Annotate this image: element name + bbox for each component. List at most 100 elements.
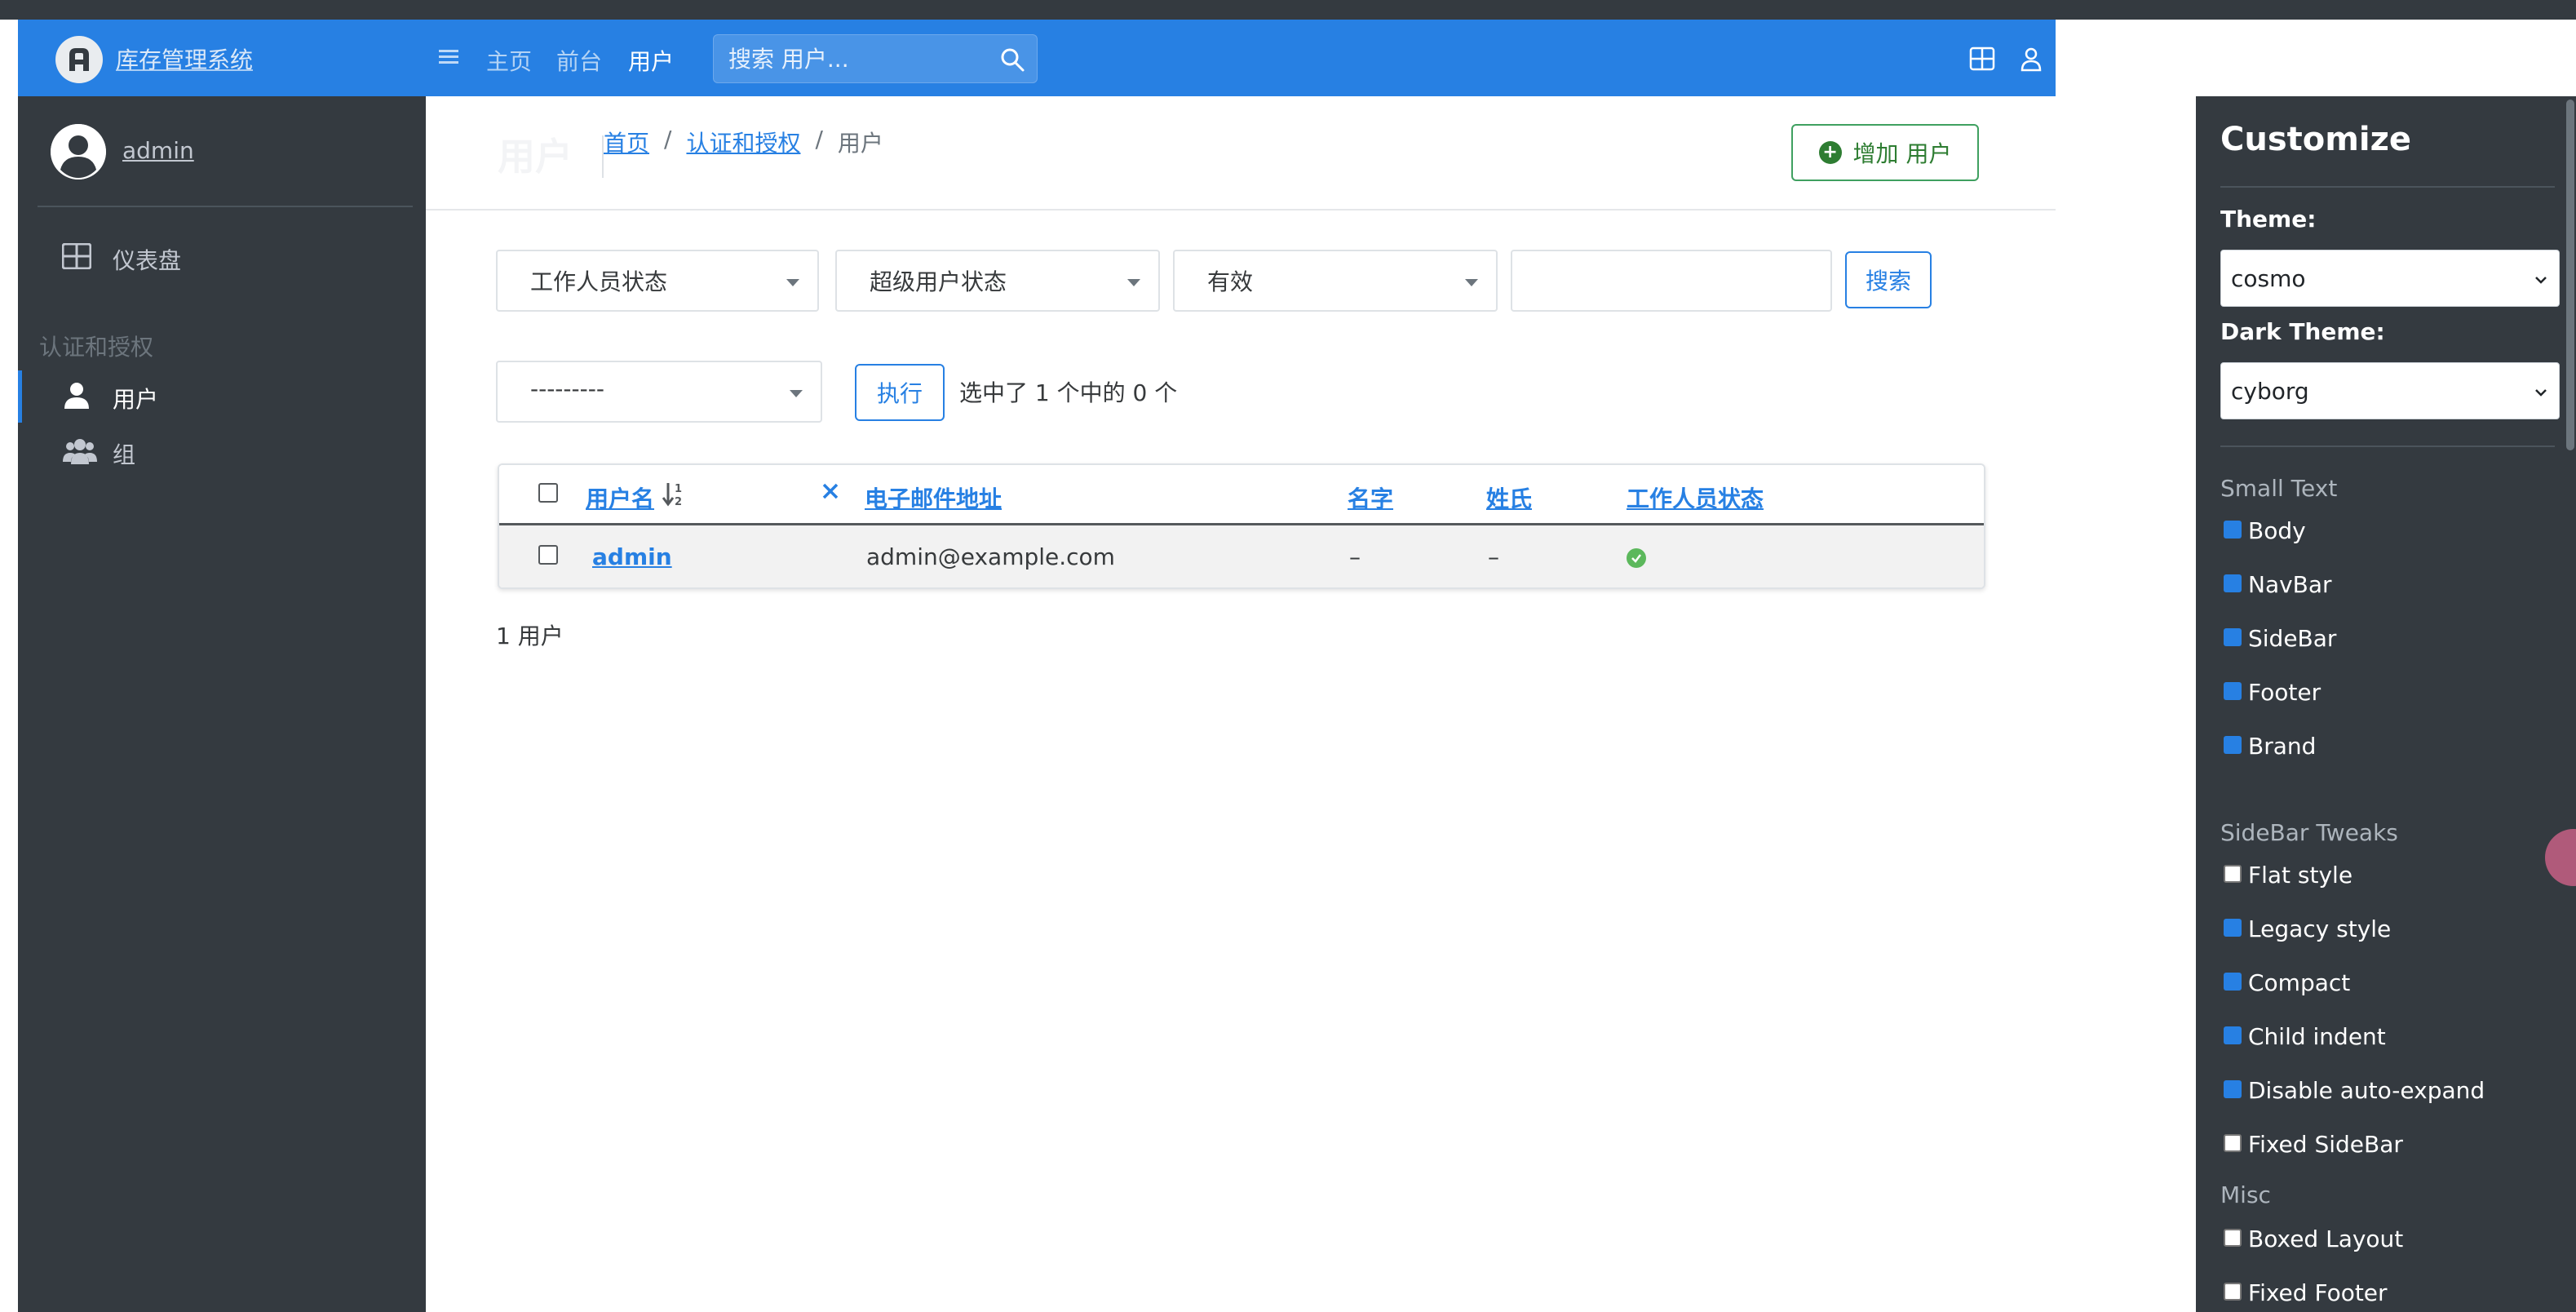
checkbox-checked[interactable] — [2224, 521, 2242, 539]
sidebar-item-groups[interactable]: 组 — [18, 426, 426, 478]
user-panel: admin — [18, 96, 426, 207]
column-username[interactable]: 用户名 — [586, 481, 654, 514]
panel-divider — [2220, 445, 2555, 447]
dark-theme-label: Dark Theme: — [2220, 318, 2385, 345]
chevron-down-icon — [2531, 381, 2551, 401]
checkbox-label: Footer — [2248, 679, 2321, 706]
column-email[interactable]: 电子邮件地址 — [865, 481, 1002, 514]
run-action-button[interactable]: 执行 — [855, 364, 945, 421]
checkbox-label: Compact — [2248, 969, 2351, 996]
nav-link-frontend[interactable]: 前台 — [556, 44, 602, 77]
column-staff-status[interactable]: 工作人员状态 — [1627, 481, 1764, 514]
checkbox-unchecked[interactable] — [2224, 1134, 2242, 1152]
search-input[interactable] — [714, 35, 991, 82]
breadcrumb-current: 用户 — [837, 130, 883, 157]
action-select[interactable]: --------- — [496, 361, 822, 423]
users-group-icon — [62, 437, 97, 467]
column-last-name[interactable]: 姓氏 — [1486, 481, 1532, 514]
staff-status-filter-value: 工作人员状态 — [530, 268, 668, 295]
username-link[interactable]: admin — [592, 543, 672, 570]
checkbox-checked[interactable] — [2224, 628, 2242, 646]
brand-logo-icon — [55, 36, 103, 83]
breadcrumb-auth[interactable]: 认证和授权 — [686, 126, 800, 158]
plus-circle-icon: + — [1818, 141, 1842, 164]
search-button[interactable]: 搜索 — [1845, 251, 1932, 308]
row-checkbox[interactable] — [538, 545, 558, 565]
add-user-label: 增加 用户 — [1852, 140, 1952, 167]
small-text-header: Small Text — [2220, 475, 2338, 502]
sort-descending-icon[interactable]: 1 2 — [662, 480, 687, 511]
staff-status-filter[interactable]: 工作人员状态 — [496, 250, 819, 312]
checkbox-label: Brand — [2248, 733, 2317, 760]
check-circle-icon — [1627, 548, 1646, 568]
nav-link-users[interactable]: 用户 — [628, 44, 674, 77]
window-top-strip — [0, 0, 2576, 20]
checkbox-label: Child indent — [2248, 1023, 2386, 1050]
sidebar-item-users[interactable]: 用户 — [18, 370, 426, 423]
caret-down-icon — [786, 279, 799, 286]
select-all-checkbox[interactable] — [538, 483, 558, 503]
page-title: 用户 — [498, 135, 573, 179]
result-count: 1 用户 — [496, 623, 564, 649]
svg-text:2: 2 — [675, 496, 682, 508]
checkbox-checked[interactable] — [2224, 1080, 2242, 1098]
misc-header: Misc — [2220, 1181, 2271, 1208]
search-text-field[interactable] — [1511, 250, 1832, 312]
checkbox-checked[interactable] — [2224, 574, 2242, 592]
email-cell: admin@example.com — [866, 543, 1115, 570]
customize-title: Customize — [2220, 121, 2412, 158]
checkbox-checked[interactable] — [2224, 919, 2242, 937]
remove-sort-icon[interactable] — [821, 481, 840, 504]
users-table: 用户名 1 2 电子邮件地址 名字 姓氏 工作人员状态 admin admin@… — [498, 463, 1985, 589]
brand-name-link[interactable]: 库存管理系统 — [116, 42, 253, 75]
superuser-status-filter-value: 超级用户状态 — [870, 268, 1007, 295]
active-filter[interactable]: 有效 — [1173, 250, 1498, 312]
caret-down-icon — [1465, 279, 1478, 286]
dark-theme-select[interactable]: cyborg — [2220, 362, 2560, 419]
sidebar-item-label: 仪表盘 — [113, 247, 182, 274]
checkbox-unchecked[interactable] — [2224, 1229, 2242, 1247]
user-avatar-icon[interactable] — [51, 124, 106, 180]
theme-label: Theme: — [2220, 206, 2317, 233]
selection-counter: 选中了 1 个中的 0 个 — [959, 379, 1178, 406]
grid-layout-icon[interactable] — [1969, 46, 1995, 72]
checkbox-label: NavBar — [2248, 571, 2332, 598]
checkbox-label: Flat style — [2248, 862, 2353, 889]
customize-panel: Customize Theme: cosmo Dark Theme: cybor… — [2196, 96, 2576, 1312]
user-panel-divider — [38, 206, 413, 207]
breadcrumb-separator: / — [815, 126, 823, 153]
add-user-button[interactable]: + 增加 用户 — [1791, 124, 1979, 181]
checkbox-label: Disable auto-expand — [2248, 1077, 2485, 1104]
nav-link-home[interactable]: 主页 — [486, 44, 532, 77]
sidebar-tweaks-header: SideBar Tweaks — [2220, 819, 2398, 846]
caret-down-icon — [1127, 279, 1140, 286]
column-first-name[interactable]: 名字 — [1348, 481, 1393, 514]
checkbox-checked[interactable] — [2224, 973, 2242, 991]
sidebar-item-dashboard[interactable]: 仪表盘 — [18, 232, 426, 284]
checkbox-checked[interactable] — [2224, 736, 2242, 754]
brand-bar[interactable]: 库存管理系统 — [18, 20, 426, 96]
theme-select[interactable]: cosmo — [2220, 250, 2560, 307]
sidebar: 库存管理系统 admin 仪表盘 认证和授权 用户 组 — [18, 20, 426, 1312]
user-icon — [62, 382, 95, 411]
action-select-value: --------- — [530, 375, 604, 402]
checkbox-checked[interactable] — [2224, 1026, 2242, 1044]
sidebar-item-label: 用户 — [113, 386, 159, 413]
panel-divider — [2220, 186, 2555, 188]
breadcrumb-home[interactable]: 首页 — [604, 126, 649, 158]
checkbox-unchecked[interactable] — [2224, 865, 2242, 883]
search-icon[interactable] — [999, 47, 1025, 73]
hamburger-menu-icon[interactable] — [437, 46, 460, 69]
user-account-icon[interactable] — [2018, 46, 2044, 72]
checkbox-label: Fixed Footer — [2248, 1279, 2388, 1306]
checkbox-label: Body — [2248, 517, 2306, 544]
checkbox-checked[interactable] — [2224, 682, 2242, 700]
chevron-down-icon — [2531, 268, 2551, 288]
panel-scrollbar[interactable] — [2566, 100, 2574, 450]
checkbox-label: Fixed SideBar — [2248, 1131, 2403, 1158]
theme-select-value: cosmo — [2231, 265, 2306, 292]
checkbox-unchecked[interactable] — [2224, 1283, 2242, 1301]
user-name-link[interactable]: admin — [122, 137, 194, 164]
first-name-cell: – — [1349, 543, 1361, 570]
superuser-status-filter[interactable]: 超级用户状态 — [835, 250, 1160, 312]
